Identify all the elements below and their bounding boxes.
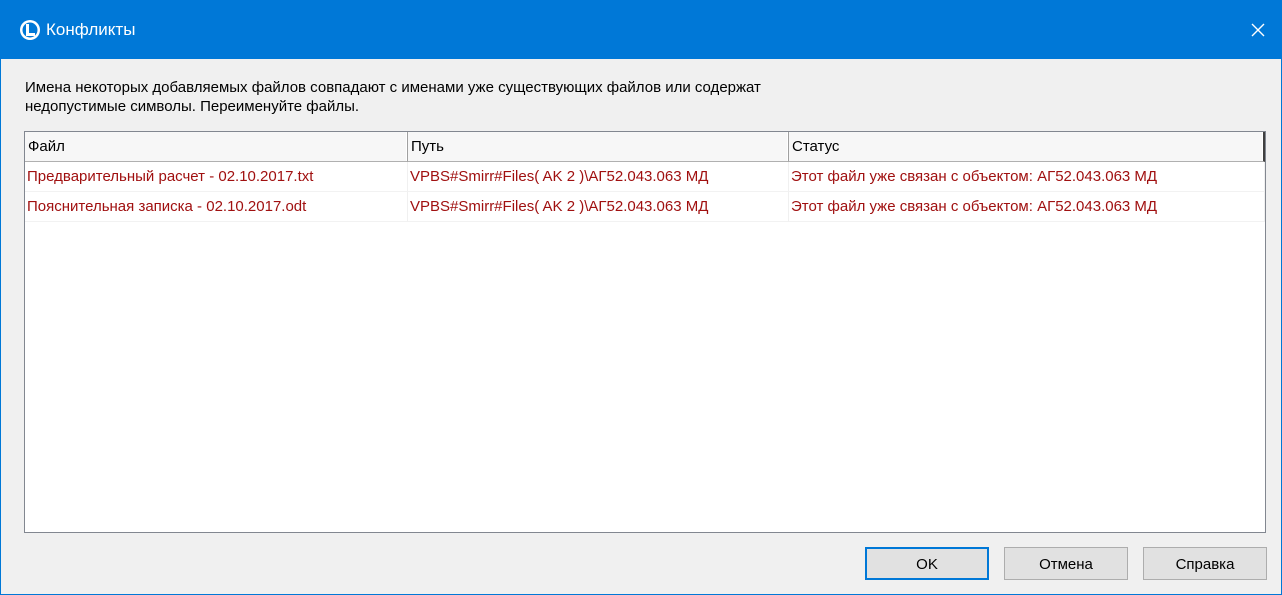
table-row[interactable]: Предварительный расчет - 02.10.2017.txt … [25,162,1265,192]
cell-file[interactable]: Пояснительная записка - 02.10.2017.odt [25,192,408,222]
close-button[interactable] [1235,1,1281,59]
message-line-1: Имена некоторых добавляемых файлов совпа… [25,79,761,96]
close-icon [1251,23,1265,37]
ok-button[interactable]: OK [865,547,989,580]
conflict-message: Имена некоторых добавляемых файлов совпа… [25,78,1255,116]
title-bar[interactable]: Конфликты [1,1,1281,59]
cancel-button[interactable]: Отмена [1004,547,1128,580]
cell-path[interactable]: VPBS#Smirr#Files( AK 2 )\АГ52.043.063 МД [408,192,789,222]
app-logo-icon [20,20,40,40]
column-header-file[interactable]: Файл [25,132,408,162]
column-header-path[interactable]: Путь [408,132,789,162]
help-button[interactable]: Справка [1143,547,1267,580]
conflicts-dialog: Конфликты Имена некоторых добавляемых фа… [0,0,1282,595]
message-line-2: недопустимые символы. Переименуйте файлы… [25,98,360,115]
column-header-status[interactable]: Статус [789,132,1265,162]
conflicts-list[interactable]: Файл Путь Статус Предварительный расчет … [24,131,1266,533]
cell-status[interactable]: Этот файл уже связан с объектом: АГ52.04… [789,192,1265,222]
cell-status[interactable]: Этот файл уже связан с объектом: АГ52.04… [789,162,1265,192]
cell-file[interactable]: Предварительный расчет - 02.10.2017.txt [25,162,408,192]
window-title: Конфликты [46,20,136,39]
cell-path[interactable]: VPBS#Smirr#Files( AK 2 )\АГ52.043.063 МД [408,162,789,192]
dialog-buttons: OK Отмена Справка [1,547,1281,583]
list-header: Файл Путь Статус [25,132,1265,162]
table-row[interactable]: Пояснительная записка - 02.10.2017.odt V… [25,192,1265,222]
